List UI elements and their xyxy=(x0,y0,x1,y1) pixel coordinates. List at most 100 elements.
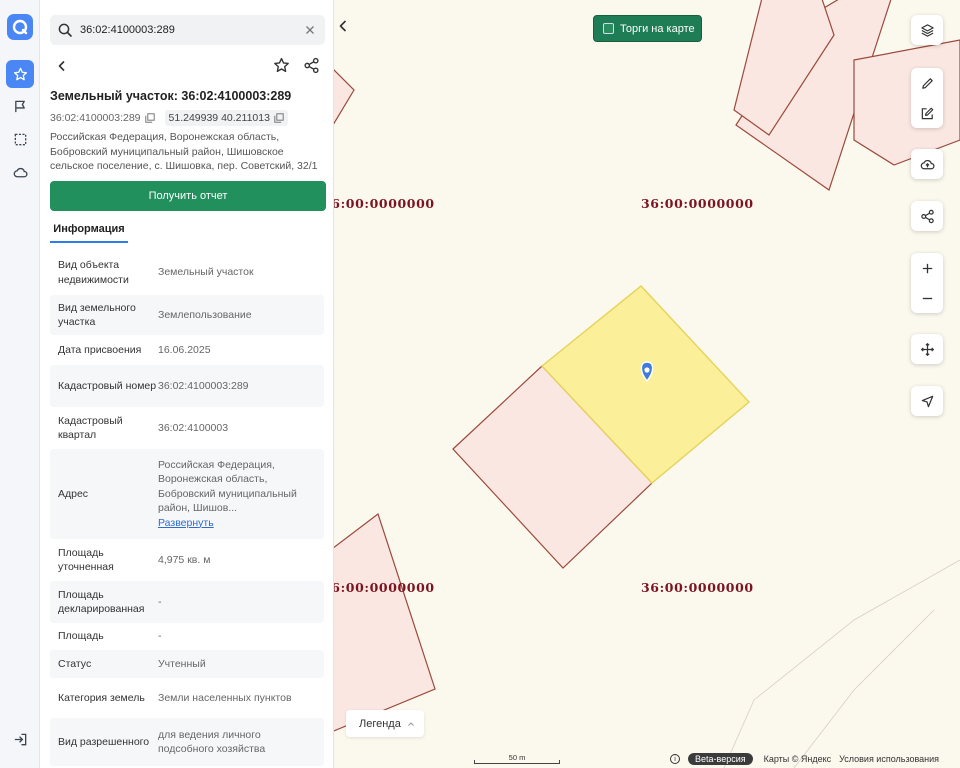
parcel xyxy=(853,39,960,166)
plus-icon xyxy=(922,263,932,273)
close-icon[interactable] xyxy=(303,23,317,37)
edit-icon xyxy=(921,107,933,119)
edit-button[interactable] xyxy=(911,98,943,128)
search-input[interactable] xyxy=(80,21,290,39)
layers-icon xyxy=(920,23,934,37)
get-report-button[interactable]: Получить отчет xyxy=(50,181,326,211)
beta-badge: Beta-версия xyxy=(688,753,753,765)
row-value: Земельный участок xyxy=(158,266,254,279)
table-row: Дата присвоения 16.06.2025 xyxy=(50,335,324,365)
share-icon xyxy=(920,209,934,223)
address-value: Российская Федерация, Воронежская област… xyxy=(158,458,297,515)
row-value: Земли населенных пунктов xyxy=(158,691,292,704)
cloud-upload-icon xyxy=(920,159,934,169)
table-row: Площадь уточненная 4,975 кв. м xyxy=(50,539,324,581)
row-value: 36:02:4100003:289 xyxy=(158,379,249,392)
copy-icon[interactable] xyxy=(274,113,284,123)
zoom-out-button[interactable] xyxy=(911,283,943,313)
info-icon[interactable]: i xyxy=(670,754,680,764)
info-table: Вид объекта недвижимости Земельный участо… xyxy=(50,250,324,766)
scale-line xyxy=(474,760,560,764)
legend-label: Легенда xyxy=(359,717,401,730)
zoom-in-button[interactable] xyxy=(911,253,943,283)
parcel xyxy=(334,69,355,125)
cad-district-label: 36:00:0000000 xyxy=(334,580,435,595)
row-key: Адрес xyxy=(58,487,89,500)
terms-link[interactable]: Условия использования xyxy=(839,754,939,764)
map-canvas[interactable]: Торги на карте 36:00:0000000 36:00:00000… xyxy=(334,0,960,768)
table-row: Статус Учтенный xyxy=(50,650,324,678)
cloud-icon xyxy=(13,167,27,177)
auction-toggle[interactable]: Торги на карте xyxy=(593,15,702,42)
row-key: Дата присвоения xyxy=(58,343,142,356)
auction-label: Торги на карте xyxy=(620,22,695,35)
draw-button[interactable] xyxy=(911,68,943,98)
row-value: 36:02:4100003 xyxy=(158,421,229,434)
table-row: Вид объекта недвижимости Земельный участо… xyxy=(50,250,324,295)
pencil-icon xyxy=(921,77,933,89)
search-icon xyxy=(58,23,72,37)
row-key: Площадь xyxy=(58,630,104,643)
table-row: Площадь - xyxy=(50,623,324,650)
minus-icon xyxy=(922,297,932,299)
table-row: Адрес Российская Федерация, Воронежская о… xyxy=(50,449,324,539)
cad-district-label: 36:00:0000000 xyxy=(334,196,435,211)
cad-number-chip[interactable]: 36:02:4100003:289 xyxy=(50,110,155,126)
move-icon xyxy=(920,342,934,356)
logout-button[interactable] xyxy=(6,725,34,753)
cad-number-text: 36:02:4100003:289 xyxy=(50,112,141,124)
favorite-star-icon[interactable] xyxy=(273,57,290,74)
app-logo-icon[interactable] xyxy=(7,14,33,40)
row-key: Кадастровый квартал xyxy=(58,414,123,442)
parcel-layer xyxy=(334,0,960,768)
row-value: - xyxy=(158,595,162,608)
scale-bar: 50 m xyxy=(473,748,563,764)
panel-header xyxy=(40,55,333,77)
row-value: Землепользование xyxy=(158,308,252,321)
coords-chip[interactable]: 51.249939 40.211013 xyxy=(164,110,288,126)
legend-button[interactable]: Легенда xyxy=(346,710,424,737)
flag-icon xyxy=(14,100,25,112)
row-value: 4,975 кв. м xyxy=(158,553,211,566)
table-row: Категория земель Земли населенных пунктов xyxy=(50,678,324,718)
row-value: Учтенный xyxy=(158,657,206,670)
rail-cloud-button[interactable] xyxy=(6,158,34,186)
row-value: Российская Федерация, Воронежская област… xyxy=(158,458,316,531)
collapse-panel-icon[interactable] xyxy=(336,18,350,34)
row-key: Категория земель xyxy=(58,691,145,704)
locate-tool xyxy=(911,386,943,416)
rail-select-area-button[interactable] xyxy=(6,125,34,153)
object-title: Земельный участок: 36:02:4100003:289 xyxy=(50,89,292,103)
move-button[interactable] xyxy=(911,334,943,364)
move-tool xyxy=(911,334,943,364)
back-arrow-icon[interactable] xyxy=(55,59,69,73)
row-key: Вид земельного участка xyxy=(58,301,136,329)
table-row: Вид земельного участка Землепользование xyxy=(50,295,324,335)
object-address: Российская Федерация, Воронежская област… xyxy=(50,131,318,172)
table-row: Кадастровый квартал 36:02:4100003 xyxy=(50,407,324,449)
chevron-up-icon xyxy=(407,721,414,726)
coords-text: 51.249939 40.211013 xyxy=(168,112,270,124)
row-value: - xyxy=(158,630,162,643)
cad-district-label: 36:00:0000000 xyxy=(641,580,754,595)
row-key: Вид объекта недвижимости xyxy=(58,259,129,286)
layers-button[interactable] xyxy=(911,15,943,45)
logout-icon xyxy=(14,733,26,745)
rail-favorites-button[interactable] xyxy=(6,60,34,88)
rail-flags-button[interactable] xyxy=(6,92,34,120)
locate-button[interactable] xyxy=(911,386,943,416)
map-share-button[interactable] xyxy=(911,201,943,231)
share-icon[interactable] xyxy=(303,57,320,74)
object-identifiers: 36:02:4100003:289 51.249939 40.211013 xyxy=(50,110,288,126)
row-key: Площадь декларированная xyxy=(58,588,145,616)
row-key: Вид разрешенного xyxy=(58,735,150,748)
upload-button[interactable] xyxy=(911,149,943,179)
tab-information[interactable]: Информация xyxy=(50,217,128,243)
attribution-text[interactable]: Карты © Яндекс xyxy=(764,754,832,764)
map-attribution: i Beta-версия Карты © Яндекс Условия исп… xyxy=(669,752,939,766)
row-value: для ведения личного подсобного хозяйства xyxy=(158,728,266,756)
copy-icon[interactable] xyxy=(144,113,155,123)
auction-checkbox[interactable] xyxy=(603,23,614,34)
expand-link[interactable]: Развернуть xyxy=(158,516,316,531)
row-key: Кадастровый номер xyxy=(58,379,157,392)
